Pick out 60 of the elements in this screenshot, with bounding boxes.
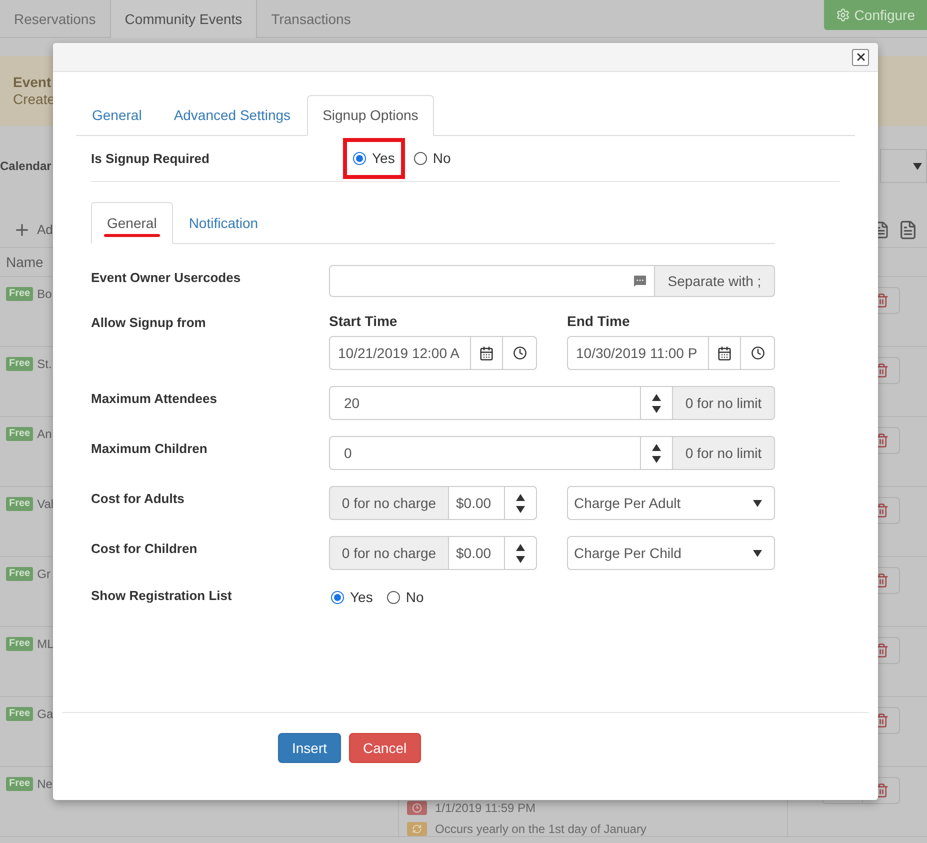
field-label: Start Time [329,313,398,329]
insert-button[interactable]: Insert [278,733,342,763]
date-time-field[interactable]: 10/21/2019 12:00 A [329,336,471,370]
field-label: Show Registration List [91,587,233,605]
free-badge: Free [6,777,34,791]
date-time-field[interactable]: 10/30/2019 11:00 P [567,336,709,370]
input-addon: 0 for no charge [329,536,449,570]
dialog-tab[interactable]: Signup Options [306,95,434,136]
calendar-label: Calendar [0,158,52,175]
cancel-button[interactable]: Cancel [349,733,421,763]
dialog-tab[interactable]: Advanced Settings [158,95,307,136]
event-name[interactable]: An [37,427,52,442]
currency-field[interactable]: $0.00 [449,486,537,520]
recurrence-text: Occurs yearly on the 1st day of January [435,821,646,838]
banner-title: Event [13,74,52,91]
event-time: 1/1/2019 11:59 PM [435,800,536,817]
number-field[interactable]: 0 [329,436,673,470]
radio-label: No [432,149,451,168]
event-name[interactable]: ML [37,637,54,652]
radio-label: No [406,588,424,607]
banner-text: Create [13,91,56,108]
page-tab[interactable]: Community Events [110,0,258,38]
free-badge: Free [6,567,34,581]
field-label: Event Owner Usercodes [91,269,242,287]
event-name[interactable]: Bo [37,287,52,302]
sub-tab[interactable]: Notification [172,202,274,244]
input-addon: 0 for no limit [673,436,775,470]
free-badge: Free [6,357,34,371]
field-label: Cost for Adults [91,490,186,508]
event-name[interactable]: Ga [37,707,54,722]
event-name[interactable]: Ne [37,777,52,792]
free-badge: Free [6,497,34,511]
number-field[interactable]: 20 [329,386,673,420]
field-label: Cost for Children [91,540,198,558]
sub-tab[interactable]: General [91,202,173,244]
field-label: End Time [567,313,631,329]
radio-label: Yes [372,149,395,168]
event-name[interactable]: Gr [37,567,50,582]
free-badge: Free [6,637,34,651]
page-tab[interactable]: Reservations [0,0,110,38]
dialog-tab[interactable]: General [76,95,158,136]
event-name[interactable]: Val [37,497,54,512]
field-label: Maximum Attendees [91,390,218,408]
field-label: Allow Signup from [91,314,207,332]
free-badge: Free [6,707,34,721]
charge-type-dropdown[interactable]: Charge Per Child [567,536,775,570]
field-label: Maximum Children [91,440,208,458]
column-header: Name [6,252,44,272]
currency-field[interactable]: $0.00 [449,536,537,570]
input-addon: 0 for no limit [673,386,775,420]
add-button[interactable]: Ad [37,220,53,240]
free-badge: Free [6,287,34,301]
input-addon: 0 for no charge [329,486,449,520]
free-badge: Free [6,427,34,441]
input-addon: Separate with ; [655,265,775,297]
page-tab[interactable]: Transactions [257,0,365,38]
field-label: Is Signup Required [91,150,210,168]
charge-type-dropdown[interactable]: Charge Per Adult [567,486,775,520]
event-name[interactable]: St. [37,357,52,372]
radio-label: Yes [350,588,373,607]
